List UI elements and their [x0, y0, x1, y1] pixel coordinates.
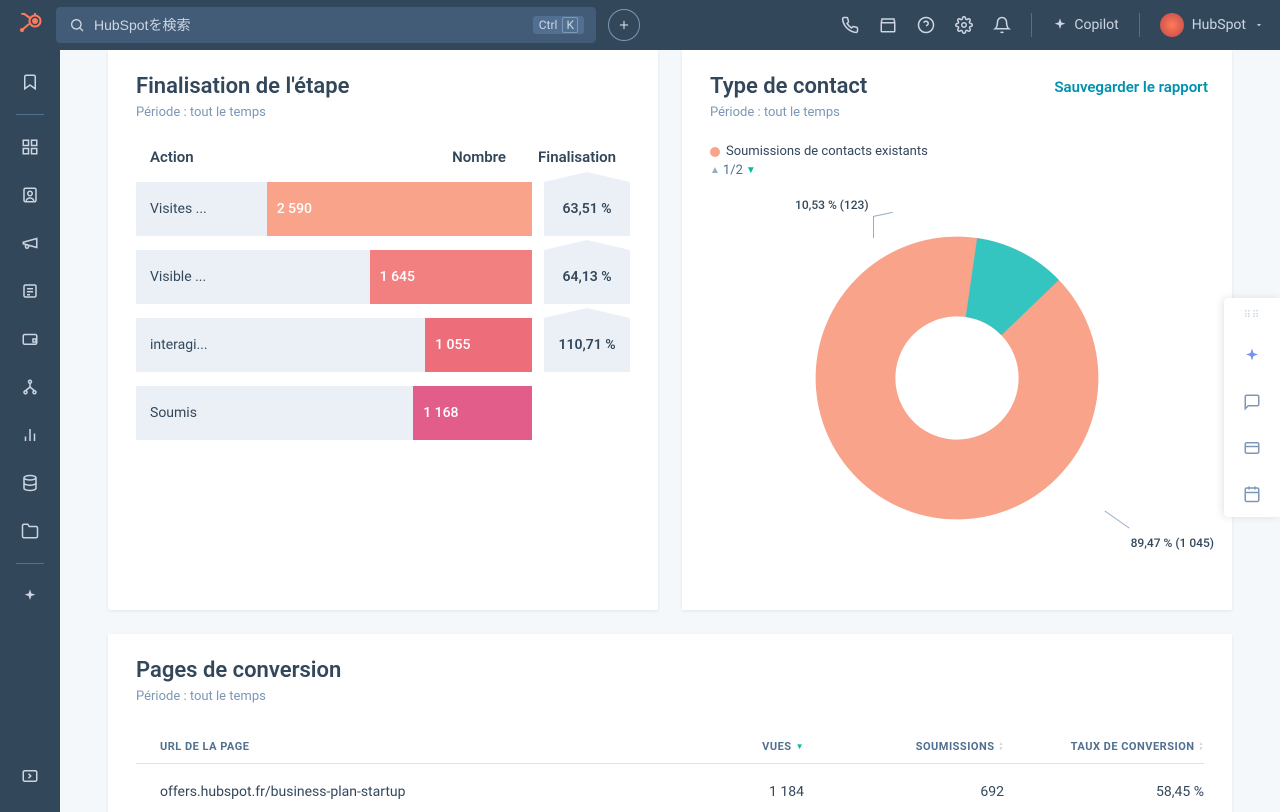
col-final: Finalisation	[506, 148, 616, 166]
search-input[interactable]	[94, 17, 525, 33]
legend-dot	[710, 147, 720, 157]
account-menu[interactable]: HubSpot	[1160, 13, 1264, 37]
funnel-bar[interactable]: Visites ... 2 590	[136, 182, 532, 236]
donut-chart: 10,53 % (123) 89,47 % (1 045)	[710, 188, 1204, 568]
newspaper-icon[interactable]	[8, 271, 52, 311]
conversion-pages-card: Pages de conversion Période : tout le te…	[108, 634, 1232, 812]
collapse-icon[interactable]	[8, 756, 52, 796]
create-button[interactable]	[608, 9, 640, 41]
funnel-pct: 64,13 %	[544, 250, 630, 304]
sparkle-icon	[1052, 17, 1068, 33]
folder-icon[interactable]	[8, 511, 52, 551]
divider	[1139, 13, 1140, 37]
wallet-icon[interactable]	[8, 319, 52, 359]
help-icon[interactable]	[917, 16, 935, 34]
divider	[16, 114, 44, 115]
funnel-row: Visites ... 2 59063,51 %	[136, 182, 630, 236]
global-search[interactable]: CtrlK	[56, 7, 596, 43]
divider	[1031, 13, 1032, 37]
cell-rate: 58,45 %	[1004, 784, 1204, 800]
funnel-row: Soumis 1 168	[136, 386, 630, 440]
sparkle-icon[interactable]	[8, 576, 52, 616]
funnel-value: 2 590	[267, 182, 532, 236]
cell-views: 1 184	[604, 784, 804, 800]
sort-icon: ▲▼	[1199, 742, 1204, 752]
legend-label: Soumissions de contacts existants	[726, 144, 928, 159]
database-icon[interactable]	[8, 463, 52, 503]
copilot-button[interactable]: Copilot	[1052, 17, 1118, 33]
funnel-pct: 110,71 %	[544, 318, 630, 372]
funnel-value: 1 645	[370, 250, 532, 304]
shortcut-badge: CtrlK	[533, 16, 584, 34]
table-header: URL DE LA PAGE VUES▼ SOUMISSIONS▲▼ TAUX …	[136, 740, 1204, 764]
cell-url: offers.hubspot.fr/business-plan-startup	[136, 784, 604, 800]
funnel-bar[interactable]: Soumis 1 168	[136, 386, 532, 440]
conversion-title: Pages de conversion	[136, 658, 1204, 683]
funnel-subtitle: Période : tout le temps	[136, 105, 630, 120]
right-tray: ⠿⠿	[1224, 298, 1280, 517]
grid-icon[interactable]	[8, 127, 52, 167]
th-url[interactable]: URL DE LA PAGE	[136, 740, 604, 753]
window-icon[interactable]	[1241, 437, 1263, 459]
funnel-bar[interactable]: Visible ... 1 645	[136, 250, 532, 304]
table-row[interactable]: offers.hubspot.fr/business-plan-startup …	[136, 764, 1204, 812]
funnel-pct: 63,51 %	[544, 182, 630, 236]
sort-icon: ▼	[796, 744, 804, 749]
pager-text: 1/2	[723, 163, 743, 178]
megaphone-icon[interactable]	[8, 223, 52, 263]
divider	[16, 563, 44, 564]
phone-icon[interactable]	[841, 16, 859, 34]
col-number: Nombre	[436, 148, 506, 166]
contact-icon[interactable]	[8, 175, 52, 215]
settings-icon[interactable]	[955, 16, 973, 34]
calendar-icon[interactable]	[1241, 483, 1263, 505]
save-report-link[interactable]: Sauvegarder le rapport	[1054, 78, 1208, 96]
funnel-row: interagi... 1 055110,71 %	[136, 318, 630, 372]
funnel-row: Visible ... 1 64564,13 %	[136, 250, 630, 304]
next-icon[interactable]: ▼	[746, 165, 756, 176]
bookmark-icon[interactable]	[8, 62, 52, 102]
sparkle-icon[interactable]	[1241, 345, 1263, 367]
funnel-label: Visites ...	[150, 201, 207, 217]
legend: Soumissions de contacts existants	[710, 144, 1204, 159]
col-action: Action	[150, 148, 436, 166]
funnel-title: Finalisation de l'étape	[136, 74, 630, 99]
copilot-label: Copilot	[1074, 17, 1118, 33]
contact-type-card: Type de contact Période : tout le temps …	[682, 50, 1232, 610]
conversion-subtitle: Période : tout le temps	[136, 689, 1204, 704]
drag-handle-icon[interactable]: ⠿⠿	[1244, 310, 1261, 321]
th-rate[interactable]: TAUX DE CONVERSION▲▼	[1004, 740, 1204, 753]
account-label: HubSpot	[1192, 17, 1246, 33]
notifications-icon[interactable]	[993, 16, 1011, 34]
th-views[interactable]: VUES▼	[604, 740, 804, 753]
marketplace-icon[interactable]	[879, 16, 897, 34]
funnel-value: 1 168	[413, 386, 532, 440]
hubspot-logo[interactable]	[16, 11, 44, 39]
avatar	[1160, 13, 1184, 37]
donut-label-top: 10,53 % (123)	[795, 198, 869, 212]
cell-subs: 692	[804, 784, 1004, 800]
chevron-down-icon	[1254, 20, 1264, 30]
contact-subtitle: Période : tout le temps	[710, 105, 1204, 120]
workflow-icon[interactable]	[8, 367, 52, 407]
search-icon	[68, 16, 86, 34]
prev-icon[interactable]: ▲	[710, 165, 720, 176]
funnel-bar[interactable]: interagi... 1 055	[136, 318, 532, 372]
funnel-label: Soumis	[150, 405, 197, 421]
funnel-value: 1 055	[425, 318, 532, 372]
th-subs[interactable]: SOUMISSIONS▲▼	[804, 740, 1004, 753]
funnel-card: Finalisation de l'étape Période : tout l…	[108, 50, 658, 610]
funnel-label: interagi...	[150, 337, 208, 353]
legend-pager[interactable]: ▲ 1/2 ▼	[710, 163, 1204, 178]
left-sidebar	[0, 50, 60, 812]
top-nav: CtrlK Copilot HubSpot	[0, 0, 1280, 50]
main-content: Finalisation de l'étape Période : tout l…	[60, 50, 1280, 812]
donut-label-bottom: 89,47 % (1 045)	[1131, 536, 1214, 550]
chat-icon[interactable]	[1241, 391, 1263, 413]
funnel-label: Visible ...	[150, 269, 206, 285]
reports-icon[interactable]	[8, 415, 52, 455]
